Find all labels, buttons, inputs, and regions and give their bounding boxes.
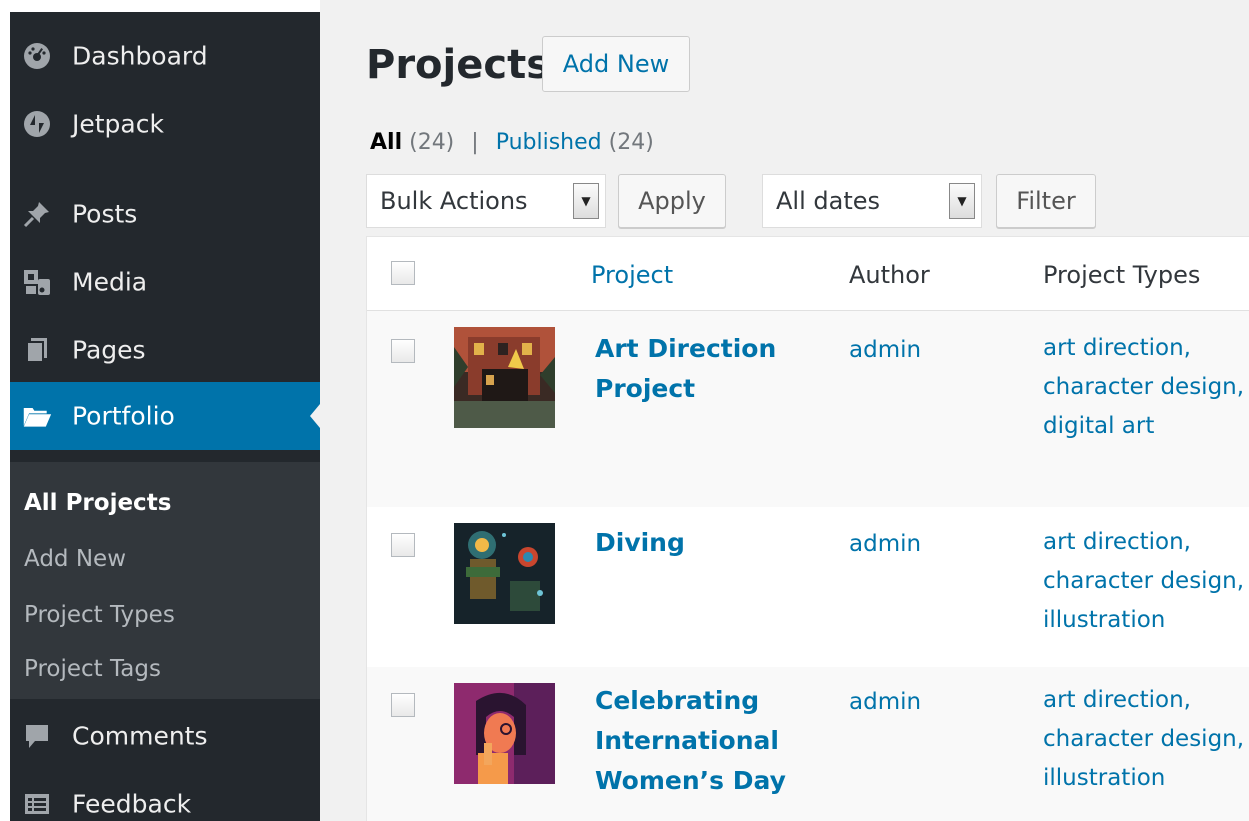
menu-item-pages[interactable]: Pages (10, 316, 320, 384)
menu-label: Jetpack (72, 109, 164, 139)
author-link[interactable]: admin (849, 337, 921, 363)
project-type-link[interactable]: illustration (1043, 759, 1244, 798)
pin-icon (22, 199, 52, 229)
menu-label: Posts (72, 199, 138, 229)
page-title: Projects (366, 42, 551, 88)
filter-all-link[interactable]: All (370, 130, 402, 155)
menu-label: Comments (72, 721, 208, 751)
table-row: Diving admin art direction, character de… (367, 507, 1249, 667)
row-checkbox[interactable] (391, 693, 415, 717)
submenu-project-tags[interactable]: Project Tags (24, 656, 161, 682)
dropdown-arrow-icon[interactable]: ▼ (573, 183, 599, 219)
row-checkbox[interactable] (391, 533, 415, 557)
row-checkbox[interactable] (391, 339, 415, 363)
filter-button[interactable]: Filter (996, 174, 1096, 228)
apply-button[interactable]: Apply (618, 174, 726, 228)
table-row: Art Direction Project admin art directio… (367, 311, 1249, 507)
filter-published-count: (24) (608, 130, 654, 155)
dropdown-arrow-icon[interactable]: ▼ (949, 183, 975, 219)
admin-sidebar: Dashboard Jetpack Posts Media Pages Port… (10, 12, 320, 821)
menu-label: Dashboard (72, 41, 208, 71)
project-thumbnail[interactable] (454, 327, 555, 428)
menu-label: Feedback (72, 789, 192, 819)
submenu-add-new[interactable]: Add New (24, 546, 126, 572)
bulk-actions-value: Bulk Actions (380, 187, 528, 215)
projects-table: Project Author Project Types Art Directi… (366, 236, 1249, 821)
project-type-link[interactable]: illustration (1043, 601, 1244, 640)
author-link[interactable]: admin (849, 531, 921, 557)
folder-icon (22, 401, 52, 431)
media-icon (22, 267, 52, 297)
project-title-link[interactable]: Art Direction Project (595, 329, 795, 409)
column-header-project[interactable]: Project (591, 261, 673, 289)
filter-separator: | (471, 130, 479, 155)
pages-icon (22, 335, 52, 365)
project-type-link[interactable]: art direction, (1043, 681, 1244, 720)
project-types-list: art direction, character design, digital… (1043, 329, 1244, 446)
author-link[interactable]: admin (849, 689, 921, 715)
project-thumbnail[interactable] (454, 523, 555, 624)
project-type-link[interactable]: character design, (1043, 368, 1244, 407)
column-header-project-types: Project Types (1043, 261, 1201, 289)
jetpack-icon (22, 109, 52, 139)
submenu-project-types[interactable]: Project Types (24, 602, 175, 628)
filter-all-count: (24) (409, 130, 455, 155)
project-thumbnail[interactable] (454, 683, 555, 784)
menu-label: Portfolio (72, 401, 175, 431)
menu-item-comments[interactable]: Comments (10, 702, 320, 770)
project-type-link[interactable]: character design, (1043, 562, 1244, 601)
portfolio-submenu: All Projects Add New Project Types Proje… (10, 462, 320, 699)
dashboard-icon (22, 41, 52, 71)
date-filter-value: All dates (776, 187, 881, 215)
table-row: Celebrating International Women’s Day ad… (367, 667, 1249, 821)
comment-icon (22, 721, 52, 751)
menu-item-feedback[interactable]: Feedback (10, 770, 320, 821)
feedback-icon (22, 789, 52, 819)
project-types-list: art direction, character design, illustr… (1043, 523, 1244, 640)
submenu-all-projects[interactable]: All Projects (24, 490, 171, 516)
menu-label: Media (72, 267, 148, 297)
project-types-list: art direction, character design, illustr… (1043, 681, 1244, 798)
add-new-button[interactable]: Add New (542, 36, 690, 92)
project-type-link[interactable]: digital art (1043, 407, 1244, 446)
menu-item-dashboard[interactable]: Dashboard (10, 22, 320, 90)
project-type-link[interactable]: art direction, (1043, 523, 1244, 562)
project-title-link[interactable]: Celebrating International Women’s Day (595, 681, 795, 801)
project-type-link[interactable]: character design, (1043, 720, 1244, 759)
menu-label: Pages (72, 335, 146, 365)
project-title-link[interactable]: Diving (595, 523, 795, 563)
main-content: Projects Add New All (24) | Published (2… (320, 0, 1249, 821)
filter-published-link[interactable]: Published (496, 130, 602, 155)
menu-item-portfolio[interactable]: Portfolio (10, 382, 320, 450)
date-filter-select[interactable]: All dates ▼ (762, 174, 982, 228)
menu-item-jetpack[interactable]: Jetpack (10, 90, 320, 158)
menu-item-media[interactable]: Media (10, 248, 320, 316)
column-header-author: Author (849, 261, 930, 289)
status-filter-links: All (24) | Published (24) (370, 130, 654, 155)
bulk-actions-select[interactable]: Bulk Actions ▼ (366, 174, 606, 228)
select-all-checkbox[interactable] (391, 261, 415, 285)
menu-item-posts[interactable]: Posts (10, 180, 320, 248)
project-type-link[interactable]: art direction, (1043, 329, 1244, 368)
